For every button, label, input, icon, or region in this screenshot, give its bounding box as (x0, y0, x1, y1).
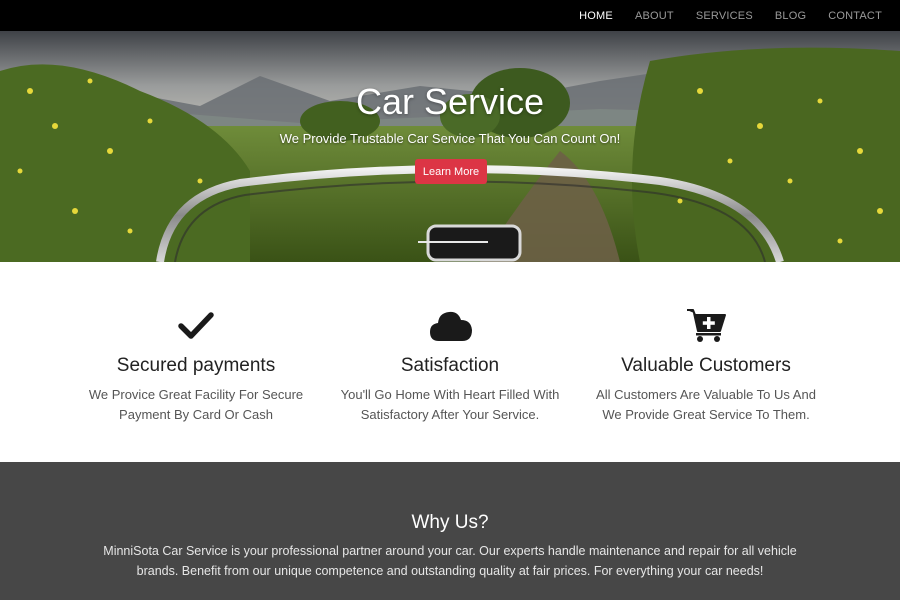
hero-title: Car Service (355, 81, 545, 122)
nav-links: HOME ABOUT SERVICES BLOG CONTACT (579, 0, 882, 31)
nav-about-link[interactable]: ABOUT (635, 10, 674, 22)
navbar: HOME ABOUT SERVICES BLOG CONTACT (0, 0, 900, 31)
why-us-section: Why Us? MinniSota Car Service is your pr… (0, 462, 900, 600)
cart-plus-icon (687, 309, 726, 342)
nav-blog-link[interactable]: BLOG (775, 10, 806, 22)
hero-banner: Car Service We Provide Trustable Car Ser… (0, 31, 900, 262)
feature-description: You'll Go Home With Heart Filled With Sa… (340, 387, 560, 422)
feature-title: Valuable Customers (621, 355, 791, 376)
nav-home-link[interactable]: HOME (579, 10, 613, 22)
nav-services-link[interactable]: SERVICES (696, 10, 753, 22)
hero-subtitle: We Provide Trustable Car Service That Yo… (279, 131, 621, 146)
learn-more-button[interactable]: Learn More (415, 159, 487, 184)
nav-contact-link[interactable]: CONTACT (828, 10, 882, 22)
features-section: Secured payments We Provice Great Facili… (0, 262, 900, 462)
checkmark-icon (178, 312, 214, 339)
feature-title: Satisfaction (400, 355, 500, 376)
why-us-text: MinniSota Car Service is your profession… (103, 544, 797, 578)
why-us-title: Why Us? (411, 512, 489, 533)
hero-background-image (0, 31, 900, 262)
feature-description: We Provice Great Facility For Secure Pay… (88, 387, 304, 422)
feature-description: All Customers Are Valuable To Us And We … (596, 387, 816, 422)
cloud-icon (430, 311, 472, 341)
